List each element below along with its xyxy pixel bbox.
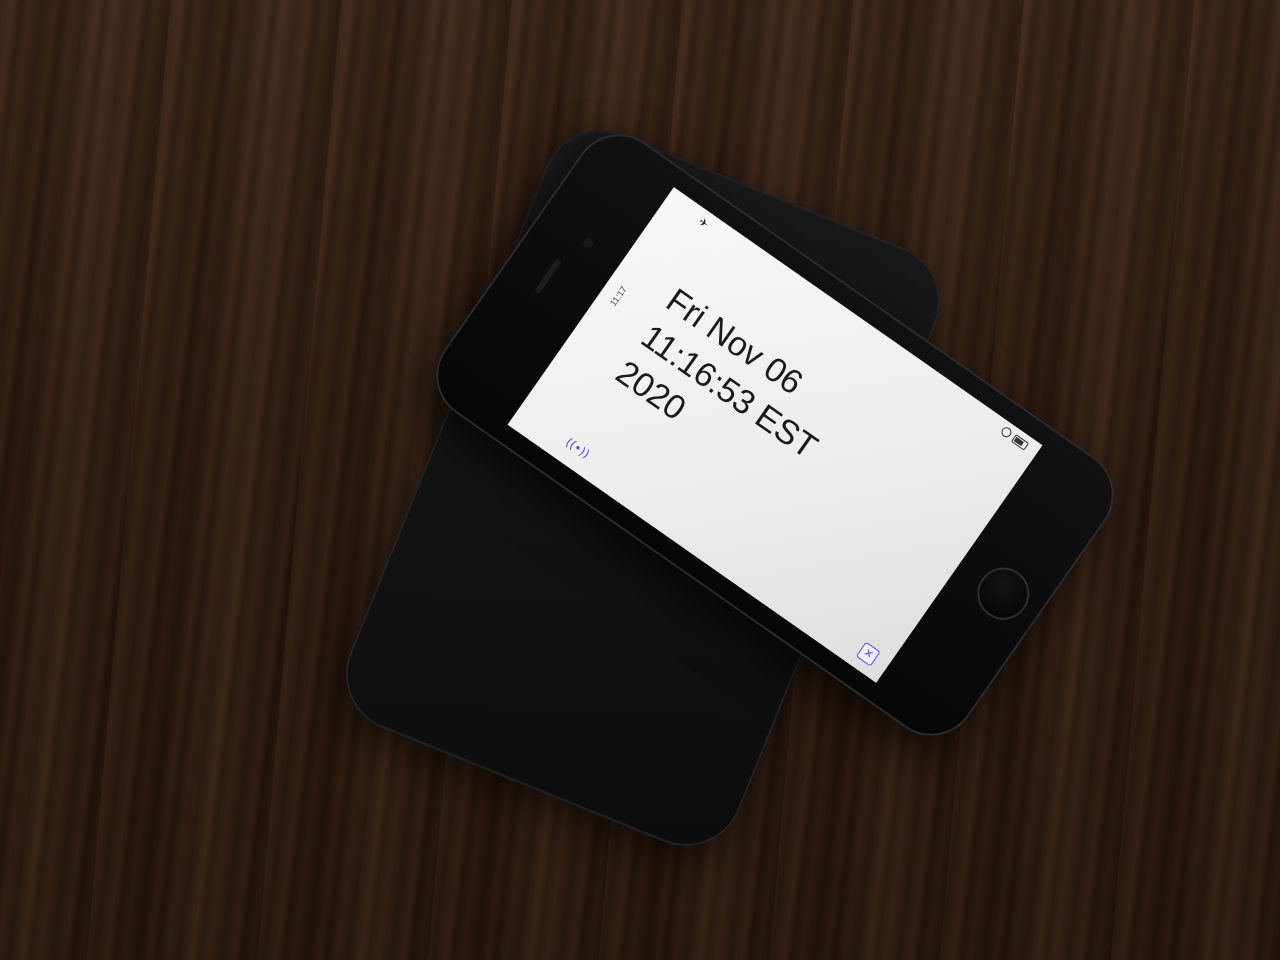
status-bar-time: 11:17	[607, 284, 629, 308]
photo-scene: 11:17 ✈ Fri Nov 06 11:16:53 EST 2020 ((•…	[0, 0, 1280, 960]
rotation-lock-icon	[999, 425, 1014, 440]
airplane-icon: ✈	[695, 215, 711, 231]
earpiece-speaker	[534, 258, 563, 295]
wireless-signal-icon[interactable]: ((•))	[563, 435, 592, 461]
battery-icon	[1010, 434, 1030, 451]
home-button[interactable]	[967, 557, 1040, 630]
date-time-display: Fri Nov 06 11:16:53 EST 2020	[607, 279, 953, 576]
front-camera	[581, 236, 596, 251]
close-box-icon[interactable]: ✕	[855, 641, 881, 667]
